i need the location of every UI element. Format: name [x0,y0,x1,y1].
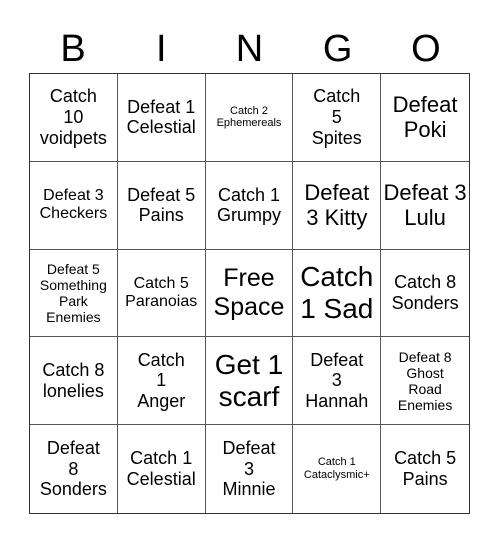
bingo-cell[interactable]: Catch 5 Pains [381,425,469,513]
bingo-cell[interactable]: Catch 10 voidpets [30,74,118,162]
header-letter-b: B [60,28,86,70]
header-letter-i: I [156,28,167,70]
bingo-cell[interactable]: Catch 8 Sonders [381,250,469,338]
bingo-cell[interactable]: Defeat 3 Lulu [381,162,469,250]
bingo-header: B I N G O [29,26,470,72]
header-letter-o: O [411,28,441,70]
bingo-cell[interactable]: Catch 2 Ephemereals [205,74,294,162]
bingo-cell[interactable]: Catch 5 Paranoias [117,249,206,338]
bingo-cell[interactable]: Defeat 3 Hannah [293,337,382,426]
bingo-cell[interactable]: Defeat 8 Sonders [30,425,118,513]
bingo-cell[interactable]: Catch 8 lonelies [30,337,118,426]
bingo-cell[interactable]: Catch 1 Sad [293,249,382,338]
header-letter-n: N [235,28,264,70]
bingo-cell[interactable]: Catch 5 Spites [293,74,382,162]
bingo-cell[interactable]: Catch 1 Grumpy [205,161,294,250]
bingo-cell[interactable]: Defeat 3 Kitty [293,161,382,250]
bingo-cell[interactable]: Defeat 3 Checkers [30,161,118,250]
bingo-cell[interactable]: Get 1 scarf [205,337,294,426]
header-letter-g: G [322,28,353,70]
bingo-cell[interactable]: Catch 1 Anger [117,337,206,426]
bingo-cell[interactable]: Defeat 3 Minnie [206,425,294,513]
bingo-cell[interactable]: Defeat 5 Pains [117,161,206,250]
bingo-cell free-space[interactable]: Free Space [205,249,294,338]
bingo-cell[interactable]: Catch 1 Celestial [118,425,206,513]
bingo-cell[interactable]: Defeat 5 Something Park Enemies [30,249,118,338]
bingo-cell[interactable]: Defeat Poki [381,74,469,162]
bingo-cell[interactable]: Catch 1 Cataclysmic+ [293,425,382,513]
bingo-cell[interactable]: Defeat 8 Ghost Road Enemies [381,337,469,426]
bingo-cell[interactable]: Defeat 1 Celestial [117,74,206,162]
bingo-grid: Catch 10 voidpets Defeat 1 Celestial Cat… [29,73,470,514]
